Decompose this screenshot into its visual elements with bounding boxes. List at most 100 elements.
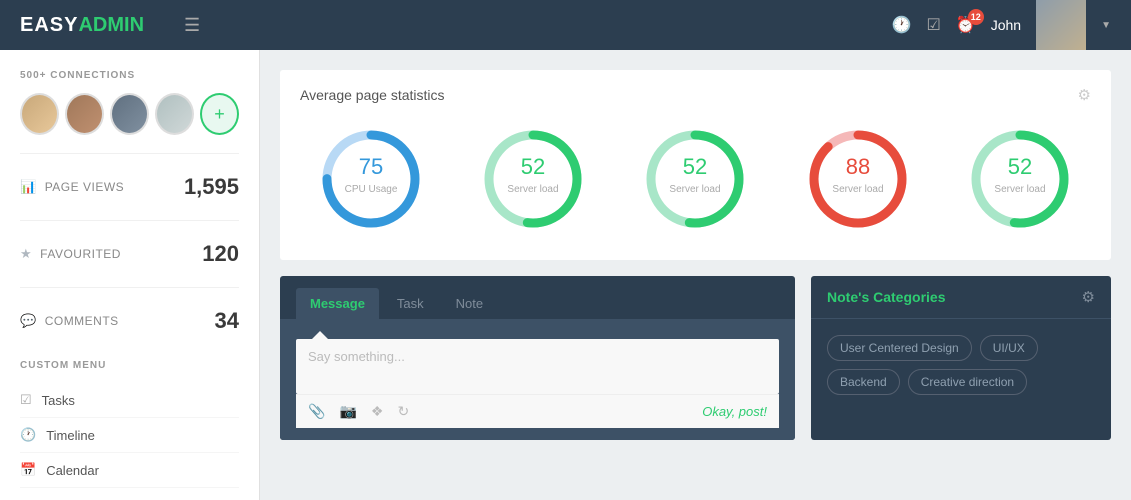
gauge-s2: 52 Server load bbox=[640, 124, 750, 234]
stats-card-header: Average page statistics ⚙ bbox=[300, 86, 1091, 104]
message-card: Message Task Note Say something... 📎 📷 ❖… bbox=[280, 276, 795, 440]
checkmark-icon[interactable]: ☑ bbox=[926, 15, 940, 35]
tab-message[interactable]: Message bbox=[296, 288, 379, 319]
avatar-3[interactable] bbox=[110, 93, 149, 135]
gauge-svg-s2: 52 Server load bbox=[640, 124, 750, 234]
favourited-value: 120 bbox=[202, 241, 239, 267]
sidebar-item-calendar-label: Calendar bbox=[46, 463, 99, 478]
header-left: EASYADMIN ☰ bbox=[20, 14, 200, 37]
gauges-container: 75 CPU Usage 52 Server load 52 Server lo… bbox=[300, 114, 1091, 244]
message-caret bbox=[312, 331, 328, 339]
tab-note[interactable]: Note bbox=[442, 288, 497, 319]
camera-icon[interactable]: 📷 bbox=[339, 403, 356, 420]
custom-menu-label: CUSTOM MENU bbox=[20, 360, 239, 371]
tag-row-2: Backend Creative direction bbox=[827, 369, 1095, 395]
gauge-svg-s4: 52 Server load bbox=[965, 124, 1075, 234]
gear-icon[interactable]: ⚙ bbox=[1078, 86, 1091, 104]
refresh-icon[interactable]: ↻ bbox=[397, 403, 409, 420]
gauge-s3: 88 Server load bbox=[803, 124, 913, 234]
tab-task[interactable]: Task bbox=[383, 288, 438, 319]
notes-body: User Centered Design UI/UX Backend Creativ… bbox=[811, 319, 1111, 419]
comments-stat: 💬 COMMENTS 34 bbox=[20, 302, 239, 340]
clock-icon[interactable]: 🕐 bbox=[892, 15, 912, 35]
gauge-label-text-s1: Server load bbox=[508, 184, 559, 195]
gauge-svg-s1: 52 Server load bbox=[478, 124, 588, 234]
calendar-icon: 📅 bbox=[20, 462, 36, 478]
comments-label: 💬 COMMENTS bbox=[20, 313, 119, 329]
pageviews-label: 📊 PAGE VIEWS bbox=[20, 179, 124, 195]
message-footer: 📎 📷 ❖ ↻ Okay, post! bbox=[296, 394, 779, 428]
divider3 bbox=[20, 287, 239, 288]
grid-icon[interactable]: ❖ bbox=[371, 403, 384, 420]
attachment-icon[interactable]: 📎 bbox=[308, 403, 325, 420]
logo: EASYADMIN bbox=[20, 14, 144, 37]
gauge-svg-s3: 88 Server load bbox=[803, 124, 913, 234]
tag[interactable]: Backend bbox=[827, 369, 900, 395]
star-icon: ★ bbox=[20, 246, 32, 262]
gauge-cpu: 75 CPU Usage bbox=[316, 124, 426, 234]
comment-icon: 💬 bbox=[20, 313, 37, 329]
notes-header: Note's Categories ⚙ bbox=[811, 276, 1111, 319]
sidebar-item-timeline-label: Timeline bbox=[46, 428, 95, 443]
tag[interactable]: Creative direction bbox=[908, 369, 1027, 395]
add-connection-button[interactable]: + bbox=[200, 93, 239, 135]
main-content: Average page statistics ⚙ 75 CPU Usage 5 bbox=[260, 50, 1131, 500]
post-button[interactable]: Okay, post! bbox=[702, 404, 767, 419]
gauge-value-text-s3: 88 bbox=[845, 154, 869, 179]
message-body: Say something... 📎 📷 ❖ ↻ Okay, post! bbox=[280, 319, 795, 440]
gauge-s4: 52 Server load bbox=[965, 124, 1075, 234]
logo-easy: EASY bbox=[20, 14, 78, 37]
logo-admin: ADMIN bbox=[78, 14, 144, 37]
hamburger-menu-icon[interactable]: ☰ bbox=[184, 15, 200, 36]
gauge-value-text-cpu: 75 bbox=[359, 154, 383, 179]
tag[interactable]: UI/UX bbox=[980, 335, 1038, 361]
pageviews-stat: 📊 PAGE VIEWS 1,595 bbox=[20, 168, 239, 206]
connections-label: 500+ CONNECTIONS bbox=[20, 70, 239, 81]
gauge-label-text-s3: Server load bbox=[832, 184, 883, 195]
divider2 bbox=[20, 220, 239, 221]
notes-title: Note's Categories bbox=[827, 289, 945, 305]
pageviews-value: 1,595 bbox=[184, 174, 239, 200]
tasks-icon: ☑ bbox=[20, 392, 32, 408]
gauge-svg-cpu: 75 CPU Usage bbox=[316, 124, 426, 234]
message-tabs: Message Task Note bbox=[280, 276, 795, 319]
avatar-list: + bbox=[20, 93, 239, 135]
gauge-value-text-s2: 52 bbox=[683, 154, 707, 179]
sidebar-item-tasks[interactable]: ☑ Tasks bbox=[20, 383, 239, 418]
divider bbox=[20, 153, 239, 154]
bottom-row: Message Task Note Say something... 📎 📷 ❖… bbox=[280, 276, 1111, 440]
timeline-icon: 🕐 bbox=[20, 427, 36, 443]
stats-card: Average page statistics ⚙ 75 CPU Usage 5 bbox=[280, 70, 1111, 260]
sidebar: 500+ CONNECTIONS + 📊 PAGE VIEWS 1,595 ★ … bbox=[0, 50, 260, 500]
favourited-label: ★ FAVOURITED bbox=[20, 246, 121, 262]
user-name: John bbox=[991, 17, 1021, 33]
tag[interactable]: User Centered Design bbox=[827, 335, 972, 361]
avatar[interactable] bbox=[1036, 0, 1086, 50]
chevron-down-icon[interactable]: ▼ bbox=[1101, 20, 1111, 31]
notifications-icon[interactable]: ⏰ 12 bbox=[956, 15, 976, 35]
sidebar-item-timeline[interactable]: 🕐 Timeline bbox=[20, 418, 239, 453]
message-input[interactable]: Say something... bbox=[296, 339, 779, 394]
stats-card-title: Average page statistics bbox=[300, 87, 445, 103]
avatar-4[interactable] bbox=[155, 93, 194, 135]
gauge-value-text-s1: 52 bbox=[521, 154, 545, 179]
avatar-1[interactable] bbox=[20, 93, 59, 135]
avatar-2[interactable] bbox=[65, 93, 104, 135]
gauge-label-text-s2: Server load bbox=[670, 184, 721, 195]
gauge-s1: 52 Server load bbox=[478, 124, 588, 234]
notes-gear-icon[interactable]: ⚙ bbox=[1082, 288, 1095, 306]
gauge-value-text-s4: 52 bbox=[1008, 154, 1032, 179]
avatar-image bbox=[1036, 0, 1086, 50]
notification-badge: 12 bbox=[968, 9, 984, 25]
bar-chart-icon: 📊 bbox=[20, 179, 37, 195]
main-layout: 500+ CONNECTIONS + 📊 PAGE VIEWS 1,595 ★ … bbox=[0, 50, 1131, 500]
header-right: 🕐 ☑ ⏰ 12 John ▼ bbox=[892, 0, 1111, 50]
message-tools: 📎 📷 ❖ ↻ bbox=[308, 403, 409, 420]
tag-row-1: User Centered Design UI/UX bbox=[827, 335, 1095, 361]
sidebar-item-calendar[interactable]: 📅 Calendar bbox=[20, 453, 239, 488]
favourited-stat: ★ FAVOURITED 120 bbox=[20, 235, 239, 273]
header: EASYADMIN ☰ 🕐 ☑ ⏰ 12 John ▼ bbox=[0, 0, 1131, 50]
gauge-label-text-cpu: CPU Usage bbox=[345, 184, 398, 195]
notes-card: Note's Categories ⚙ User Centered Design… bbox=[811, 276, 1111, 440]
gauge-arc-s3 bbox=[814, 135, 902, 223]
